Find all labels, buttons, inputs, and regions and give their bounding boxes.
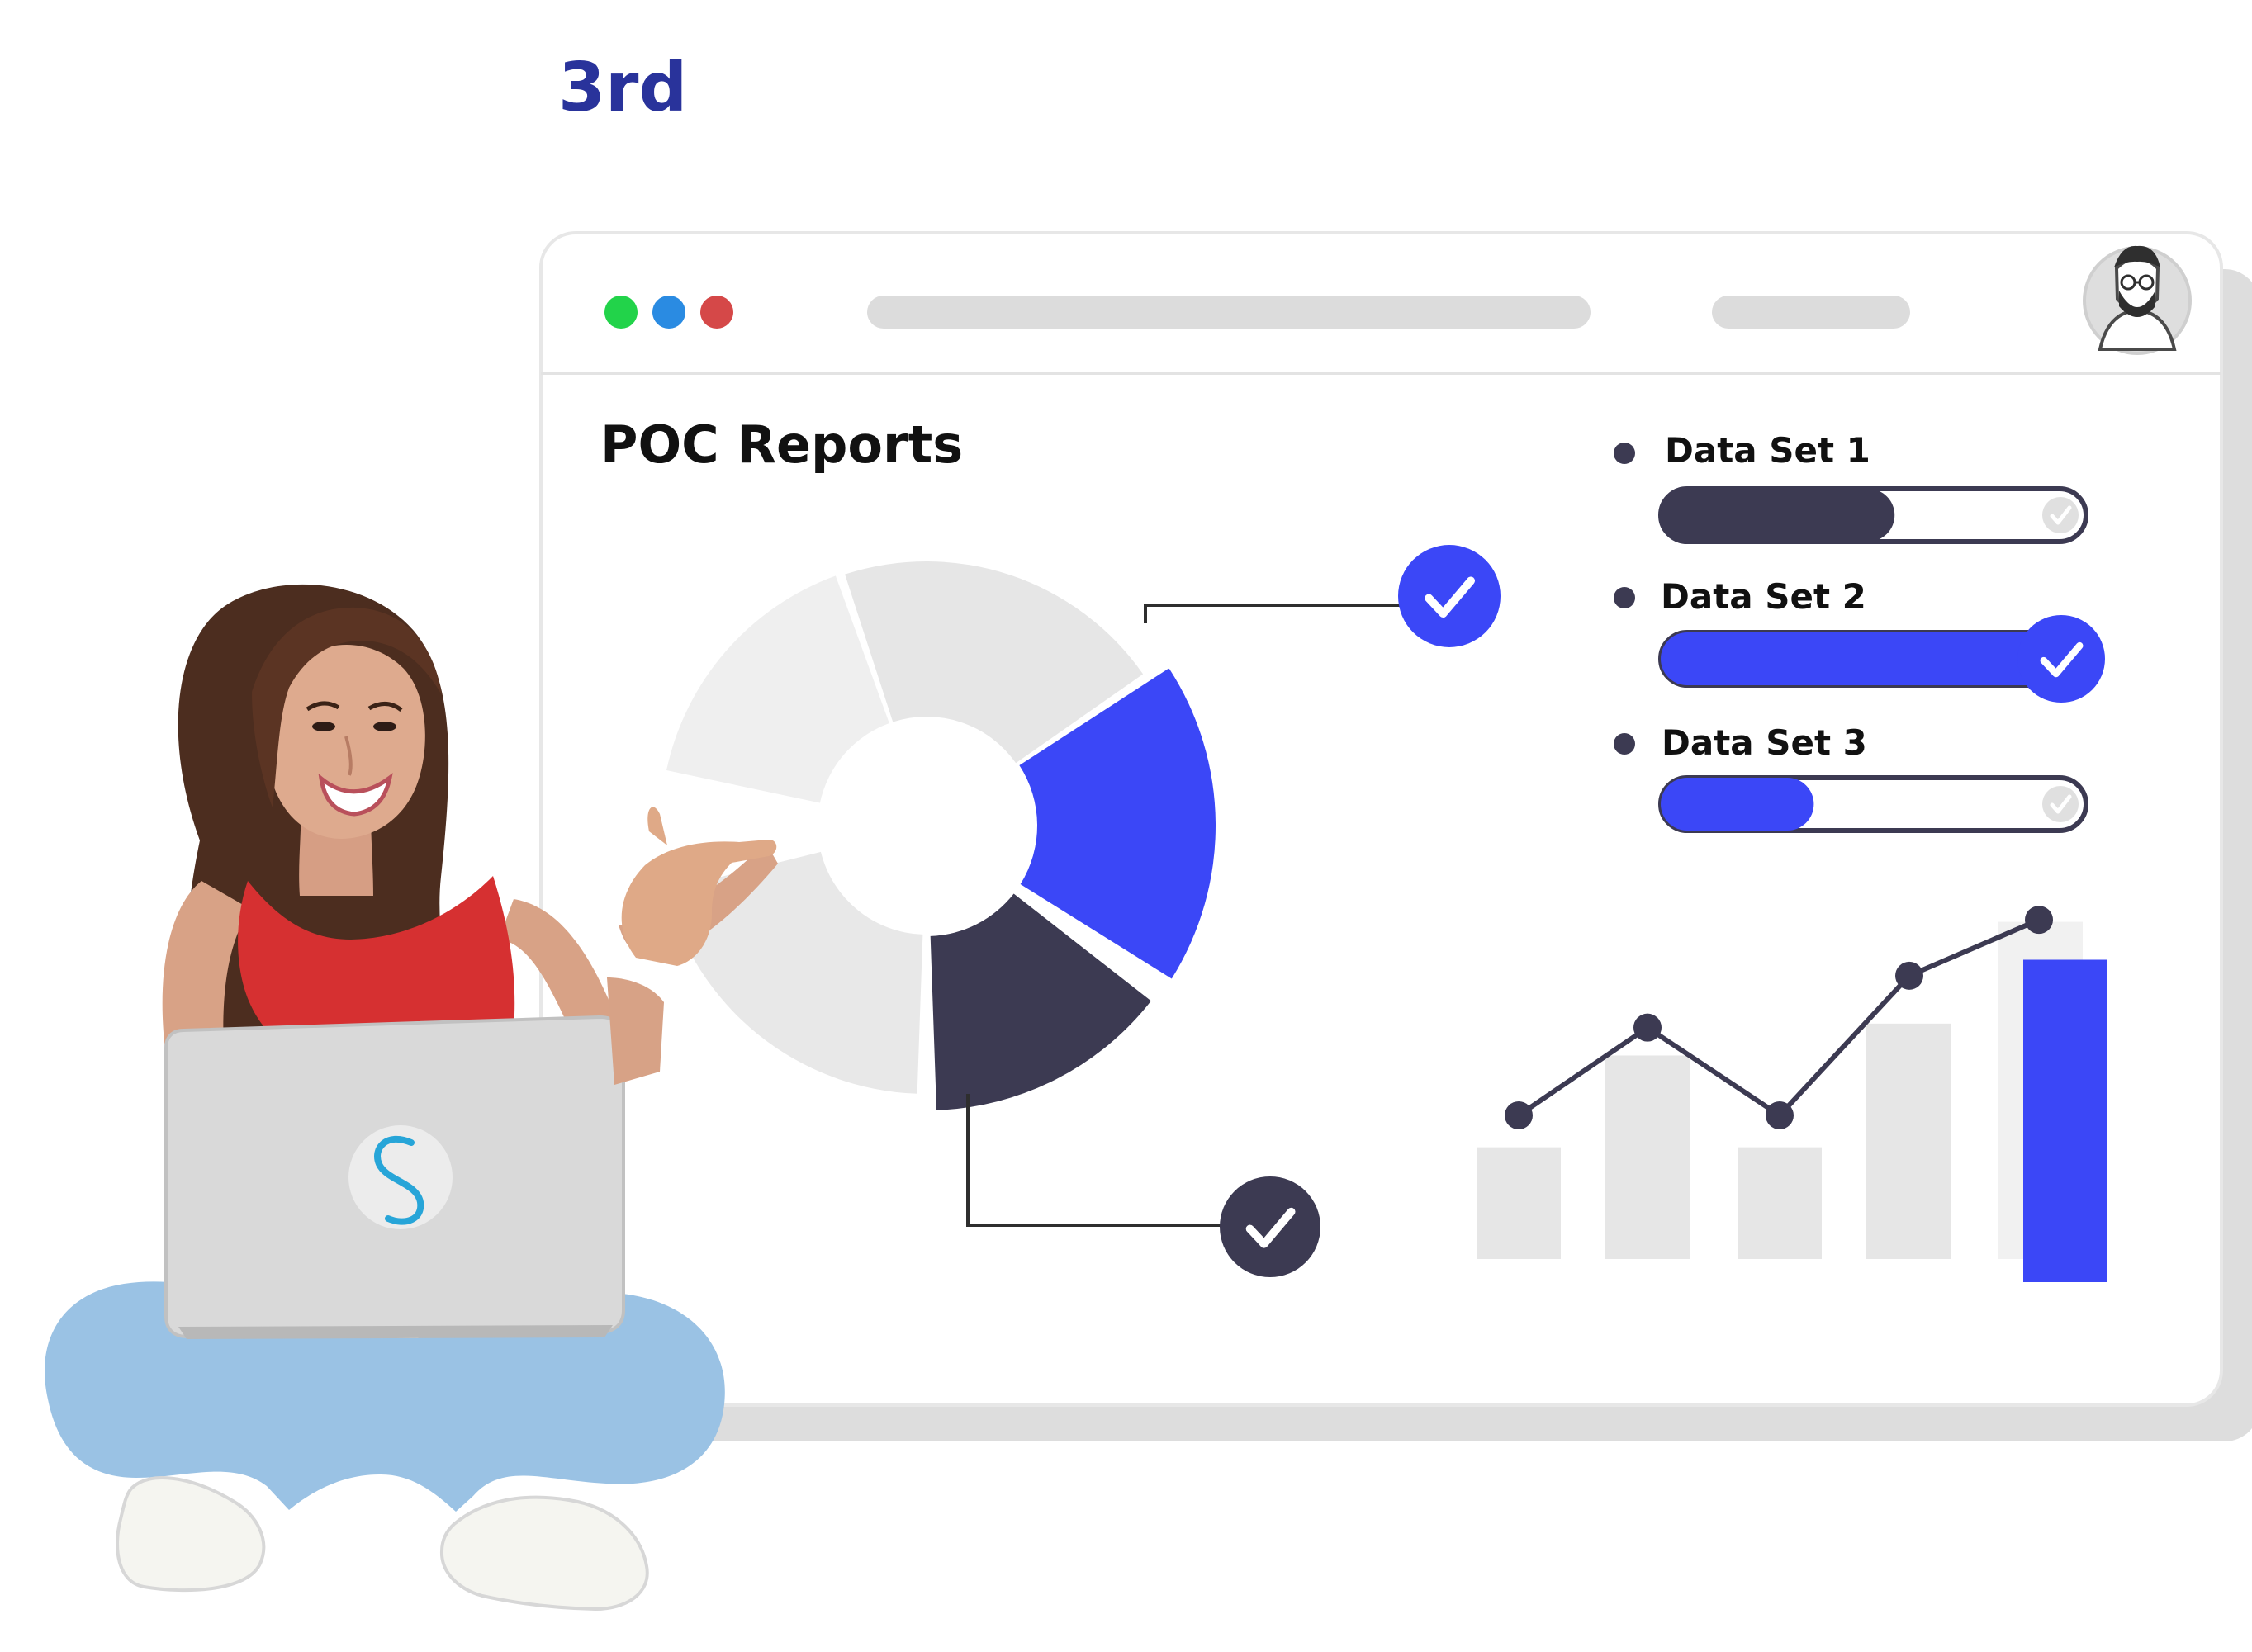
dataset-label: Data Set 2 <box>1661 576 1866 617</box>
wrist-overlap <box>607 977 664 1085</box>
mini-chart-point <box>1633 1013 1662 1042</box>
progress-check <box>2042 497 2079 533</box>
progress-fill <box>1661 778 1814 831</box>
address-bar[interactable] <box>867 296 1591 329</box>
stage: 3rd POC Reports Data Set 1 Data Set 2 Data … <box>45 49 2252 1612</box>
left-shoe <box>116 1476 266 1593</box>
dataset-bullet <box>1614 733 1635 755</box>
mini-bar <box>1738 1147 1822 1259</box>
checkmark-callout-blue <box>1398 545 1501 647</box>
mini-chart-point <box>1505 1101 1533 1129</box>
blue-dot[interactable] <box>652 296 685 329</box>
laptop-base <box>178 1325 613 1339</box>
right-eye <box>373 722 396 731</box>
search-bar[interactable] <box>1712 296 1910 329</box>
page-title: POC Reports <box>600 414 963 475</box>
green-dot[interactable] <box>604 296 638 329</box>
browser-window: POC Reports Data Set 1 Data Set 2 Data Set … <box>539 231 2252 1441</box>
mini-bar <box>1477 1147 1561 1259</box>
progress-check <box>2042 786 2079 822</box>
donut-center <box>823 722 1031 930</box>
dataset-label: Data Set 1 <box>1665 430 1870 471</box>
left-eye <box>312 722 335 731</box>
mini-chart-point <box>2025 906 2053 935</box>
badge-text: 3rd <box>558 49 687 127</box>
mini-bar <box>1605 1055 1690 1259</box>
badge-layer: 3rd <box>558 49 687 127</box>
checkmark-callout-dark <box>1220 1176 1320 1277</box>
dataset-label: Data Set 3 <box>1662 722 1867 763</box>
mini-bar-highlight <box>2023 959 2107 1282</box>
laptop <box>164 1015 625 1339</box>
progress-fill <box>1661 489 1895 542</box>
user-avatar-icon[interactable] <box>2083 245 2192 355</box>
mini-chart-point <box>1895 961 1923 990</box>
progress-check <box>2017 615 2105 703</box>
mini-chart-point <box>1766 1101 1794 1129</box>
mini-bar <box>1866 1023 1951 1259</box>
right-shoe <box>439 1495 649 1612</box>
red-dot[interactable] <box>700 296 733 329</box>
dataset-bullet <box>1614 443 1635 464</box>
dataset-bullet <box>1614 587 1635 608</box>
